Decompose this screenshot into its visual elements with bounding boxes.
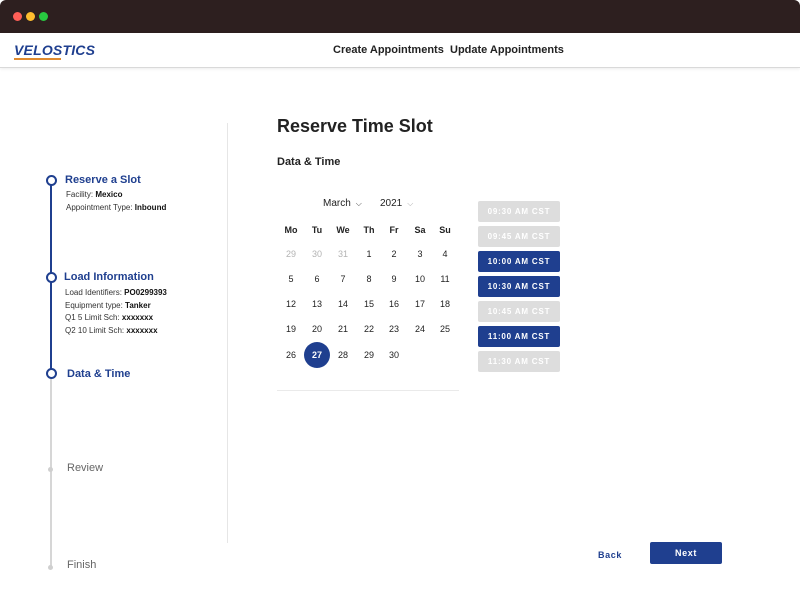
- step-reserve-slot-details: Facility: Mexico Appointment Type: Inbou…: [66, 189, 166, 214]
- calendar-divider: [277, 390, 459, 391]
- weekday-label: We: [336, 225, 350, 235]
- time-slot-available[interactable]: 10:00 AM CST: [478, 251, 560, 272]
- facility-value: Mexico: [95, 190, 123, 199]
- step-finish-marker: [48, 565, 53, 570]
- calendar-day[interactable]: 8: [356, 269, 382, 289]
- step-review-title: Review: [67, 462, 104, 474]
- calendar-day[interactable]: 2: [381, 244, 407, 264]
- calendar-day[interactable]: 7: [330, 269, 356, 289]
- calendar-day[interactable]: 18: [432, 294, 458, 314]
- time-slot-available[interactable]: 11:00 AM CST: [478, 326, 560, 347]
- calendar-day[interactable]: 28: [330, 345, 356, 365]
- calendar-day: 29: [285, 249, 296, 259]
- facility-label: Facility:: [66, 190, 94, 199]
- year-select[interactable]: 2021 ⌵: [380, 198, 413, 209]
- calendar-day: 31: [337, 249, 348, 259]
- calendar-day[interactable]: 13: [304, 294, 330, 314]
- calendar-day[interactable]: 25: [432, 319, 458, 339]
- calendar-day[interactable]: 1: [356, 244, 382, 264]
- calendar-day[interactable]: 5: [278, 269, 304, 289]
- step-date-time-marker: [46, 368, 57, 379]
- q1-limit-value: xxxxxxx: [121, 313, 154, 322]
- appointment-type-value: Inbound: [134, 202, 167, 212]
- window-titlebar: [0, 0, 800, 33]
- load-identifiers-label: Load Identifiers:: [65, 288, 122, 297]
- time-slot-unavailable: 11:30 AM CST: [478, 351, 560, 372]
- step-finish-title: Finish: [67, 559, 97, 571]
- calendar-day[interactable]: 30: [381, 345, 407, 365]
- calendar-day[interactable]: 16: [381, 294, 407, 314]
- load-identifiers-value: PO0299393: [124, 288, 167, 297]
- weekday-label: Fr: [389, 225, 399, 235]
- month-value: March: [323, 198, 351, 209]
- step-date-time-title[interactable]: Data & Time: [67, 368, 130, 380]
- calendar-day[interactable]: 22: [356, 319, 382, 339]
- calendar-day[interactable]: 10: [407, 269, 433, 289]
- equipment-type-label: Equipment type:: [65, 300, 123, 310]
- close-window-icon[interactable]: [13, 12, 22, 21]
- calendar-day[interactable]: 19: [278, 319, 304, 339]
- calendar-day[interactable]: 14: [330, 294, 356, 314]
- q1-limit-label: Q1 5 Limit Sch:: [65, 313, 120, 322]
- next-button[interactable]: Next: [650, 542, 722, 564]
- maximize-window-icon[interactable]: [39, 12, 48, 21]
- calendar-day[interactable]: 21: [330, 319, 356, 339]
- weekday-label: Tu: [311, 225, 323, 235]
- minimize-window-icon[interactable]: [26, 12, 35, 21]
- time-slot-unavailable: 09:30 AM CST: [478, 201, 560, 222]
- velostics-logo[interactable]: VELOSTICS: [14, 42, 95, 58]
- calendar-day[interactable]: 29: [356, 345, 382, 365]
- step-load-information-marker: [46, 272, 57, 283]
- q2-limit-label: Q2 10 Limit Sch:: [65, 325, 125, 335]
- year-value: 2021: [380, 198, 403, 209]
- appointment-type-label: Appointment Type:: [66, 202, 133, 212]
- section-title: Data & Time: [277, 156, 341, 168]
- step-load-information-details: Load Identifiers: PO0299393 Equipment ty…: [65, 287, 167, 337]
- calendar-day[interactable]: 17: [407, 294, 433, 314]
- calendar-day: 30: [311, 249, 322, 259]
- month-select[interactable]: March ⌵: [323, 198, 362, 209]
- back-button[interactable]: Back: [592, 547, 628, 563]
- equipment-type-value: Tanker: [125, 300, 151, 310]
- calendar-day[interactable]: 6: [304, 269, 330, 289]
- calendar-day[interactable]: 20: [304, 319, 330, 339]
- calendar-day[interactable]: 3: [407, 244, 433, 264]
- time-slot-available[interactable]: 10:30 AM CST: [478, 276, 560, 297]
- calendar-day[interactable]: 26: [278, 345, 304, 365]
- page-title: Reserve Time Slot: [277, 116, 433, 136]
- weekday-label: Mo: [284, 225, 298, 235]
- q2-limit-value: xxxxxxx: [126, 325, 158, 335]
- logo-underline: [14, 58, 61, 60]
- chevron-down-icon: ⌵: [355, 199, 362, 208]
- calendar-day[interactable]: 11: [432, 269, 458, 289]
- calendar-day[interactable]: 15: [356, 294, 382, 314]
- weekday-label: Sa: [414, 225, 426, 235]
- step-reserve-slot-marker: [46, 175, 57, 186]
- chevron-down-icon: ⌵: [407, 199, 414, 208]
- weekday-label: Su: [439, 225, 451, 235]
- step-review-marker: [48, 467, 53, 472]
- weekday-label: Th: [363, 225, 375, 235]
- nav-update-appointments[interactable]: Update Appointments: [450, 44, 564, 56]
- nav-create-appointments[interactable]: Create Appointments: [333, 44, 444, 56]
- calendar-day[interactable]: 24: [407, 319, 433, 339]
- calendar-day[interactable]: 12: [278, 294, 304, 314]
- calendar-day[interactable]: 4: [432, 244, 458, 264]
- calendar-day[interactable]: 23: [381, 319, 407, 339]
- calendar-day[interactable]: 9: [381, 269, 407, 289]
- sidebar-divider: [227, 123, 228, 543]
- time-slot-unavailable: 09:45 AM CST: [478, 226, 560, 247]
- calendar-day-selected[interactable]: 27: [304, 342, 330, 368]
- step-reserve-slot-title[interactable]: Reserve a Slot: [65, 174, 141, 186]
- step-load-information-title[interactable]: Load Information: [64, 271, 154, 283]
- time-slot-unavailable: 10:45 AM CST: [478, 301, 560, 322]
- top-navigation: VELOSTICS Create Appointments Update App…: [0, 33, 800, 68]
